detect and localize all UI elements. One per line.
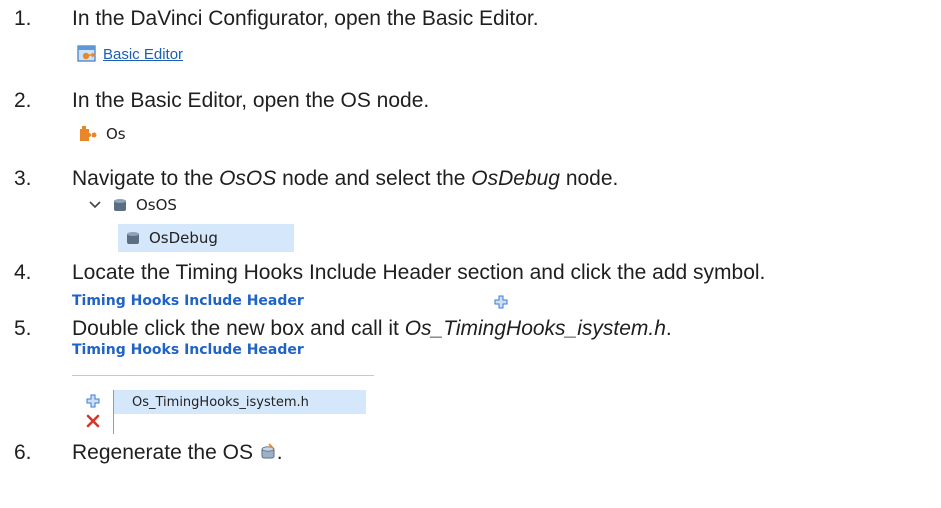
step-number: 3. (14, 167, 32, 190)
generate-icon[interactable] (259, 443, 277, 461)
step-4: 4. Locate the Timing Hooks Include Heade… (14, 260, 934, 286)
add-plus-icon[interactable] (86, 394, 100, 408)
step-number: 4. (14, 261, 32, 284)
step-text: Locate the Timing Hooks Include Header s… (72, 261, 766, 284)
step-number: 6. (14, 441, 32, 464)
chevron-down-icon[interactable] (88, 198, 102, 212)
tree-item-osdebug[interactable]: OsDebug (118, 224, 294, 252)
step-number: 5. (14, 317, 32, 340)
step-1: 1. In the DaVinci Configurator, open the… (14, 6, 914, 32)
os-node-label[interactable]: Os (106, 125, 126, 143)
timing-hooks-section-header: Timing Hooks Include Header (72, 342, 304, 358)
tree-item-label[interactable]: OsOS (136, 196, 177, 214)
container-cylinder-icon (114, 199, 126, 211)
container-cylinder-icon (127, 232, 139, 244)
step-number: 2. (14, 89, 32, 112)
os-module-icon (80, 126, 97, 141)
step-6: 6. Regenerate the OS . (14, 440, 914, 470)
step-text: In the DaVinci Configurator, open the Ba… (72, 7, 539, 30)
tree-item-label[interactable]: OsDebug (149, 229, 218, 247)
basic-editor-link[interactable]: Basic Editor (103, 46, 183, 63)
basic-editor-icon (77, 45, 96, 62)
step-number: 1. (14, 7, 32, 30)
step-2: 2. In the Basic Editor, open the OS node… (14, 88, 914, 114)
timing-hooks-entry[interactable]: Os_TimingHooks_isystem.h (132, 395, 309, 410)
step-text: Regenerate the OS . (72, 441, 283, 464)
timing-hooks-section-header: Timing Hooks Include Header (72, 293, 304, 309)
section-divider (72, 375, 374, 376)
list-item[interactable]: Os_TimingHooks_isystem.h (114, 390, 366, 414)
step-text: Navigate to the OsOS node and select the… (72, 167, 619, 190)
step-5: 5. Double click the new box and call it … (14, 316, 914, 342)
add-plus-icon[interactable] (494, 295, 508, 309)
delete-x-icon[interactable] (86, 414, 100, 428)
basic-editor-link-row[interactable]: Basic Editor (77, 42, 183, 66)
step-3: 3. Navigate to the OsOS node and select … (14, 166, 914, 192)
os-node-row[interactable]: Os (78, 122, 126, 146)
step-text: Double click the new box and call it Os_… (72, 317, 672, 340)
tree-item-osos[interactable]: OsOS (88, 194, 177, 216)
step-text: In the Basic Editor, open the OS node. (72, 89, 430, 112)
